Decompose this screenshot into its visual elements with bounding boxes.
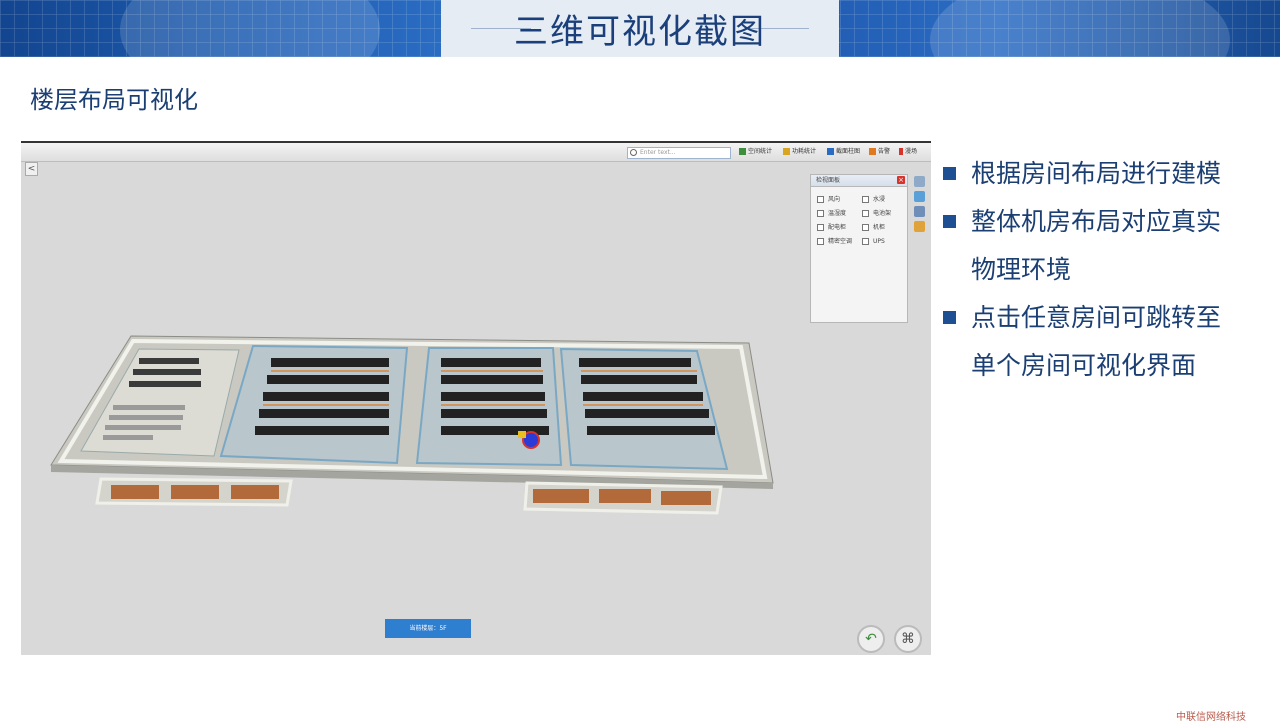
bullet-item: 点击任意房间可跳转至 [943,294,1273,342]
checkbox[interactable] [817,238,824,245]
option-label: 水浸 [873,196,886,203]
title-box: 三维可视化截图 [441,0,839,57]
checkbox[interactable] [817,224,824,231]
option-label: UPS [873,238,885,245]
option-precision-ac[interactable]: 精密空调 [817,238,852,246]
lower-room-left-floor-2 [171,485,219,499]
close-icon[interactable]: × [897,176,905,184]
option-power-cabinet[interactable]: 配电柜 [817,224,846,232]
bullet-item: 整体机房布局对应真实 [943,198,1273,246]
lower-room-left-floor-3 [231,485,279,499]
lower-room-right-floor-3 [661,491,711,505]
bullet-item: 根据房间布局进行建模 [943,150,1273,198]
checkbox[interactable] [862,224,869,231]
view-panel-title: 检视面板 [816,177,841,184]
bullet-continuation: 物理环境 [971,255,1072,284]
option-label: 精密空调 [828,238,853,245]
option-battery-rack[interactable]: 电池架 [862,210,891,218]
bullet-text: 整体机房布局对应真实 [971,207,1222,236]
option-temp-humidity[interactable]: 温湿度 [817,210,846,218]
camera-icon[interactable] [914,191,925,202]
square-bullet-icon [943,167,956,180]
option-label: 机柜 [873,224,886,231]
undo-button[interactable]: ↶ [857,625,885,653]
option-ups[interactable]: UPS [862,238,885,246]
print-icon[interactable] [914,176,925,187]
service-racks [129,358,201,387]
square-bullet-icon [943,215,956,228]
lower-room-right-floor-2 [599,489,651,503]
floor-3d-model[interactable] [21,143,931,655]
view-panel: 检视面板 × 风向 温湿度 配电柜 精密空调 水浸 电池架 机柜 UPS [810,174,908,323]
banner-globe-right [930,0,1230,57]
option-label: 配电柜 [828,224,847,231]
zoom-icon[interactable] [914,206,925,217]
bullet-text: 点击任意房间可跳转至 [971,303,1222,332]
option-cabinet[interactable]: 机柜 [862,224,885,232]
bullet-continuation: 单个房间可视化界面 [971,351,1197,380]
walk-mode-button[interactable]: ⌘ [894,625,922,653]
option-label: 温湿度 [828,210,847,217]
selected-rack [518,431,526,438]
checkbox[interactable] [862,196,869,203]
side-toolbar [914,176,928,236]
page-title: 三维可视化截图 [514,12,766,52]
section-subtitle: 楼层布局可视化 [30,86,198,114]
banner-globe-left [120,0,380,57]
layers-icon[interactable] [914,221,925,232]
option-wind[interactable]: 风向 [817,196,840,204]
checkbox[interactable] [817,196,824,203]
square-bullet-icon [943,311,956,324]
visualization-screenshot: Enter text... 空间统计 功耗统计 截面柱图 告警 漫场 < 检视面… [21,141,931,655]
checkbox[interactable] [862,210,869,217]
footer-watermark: 中联信网络科技 [1176,712,1246,723]
bullet-text: 根据房间布局进行建模 [971,159,1222,188]
checkbox[interactable] [817,210,824,217]
view-panel-header: 检视面板 × [811,175,907,187]
lower-room-left-floor [111,485,159,499]
feature-list: 根据房间布局进行建模 整体机房布局对应真实 物理环境 点击任意房间可跳转至 单个… [943,150,1273,390]
option-label: 风向 [828,196,841,203]
checkbox[interactable] [862,238,869,245]
current-floor-button[interactable]: 当前楼层：5F [385,619,471,638]
option-water-leak[interactable]: 水浸 [862,196,885,204]
top-banner: 三维可视化截图 [0,0,1280,57]
lower-room-right-floor [533,489,589,503]
option-label: 电池架 [873,210,892,217]
